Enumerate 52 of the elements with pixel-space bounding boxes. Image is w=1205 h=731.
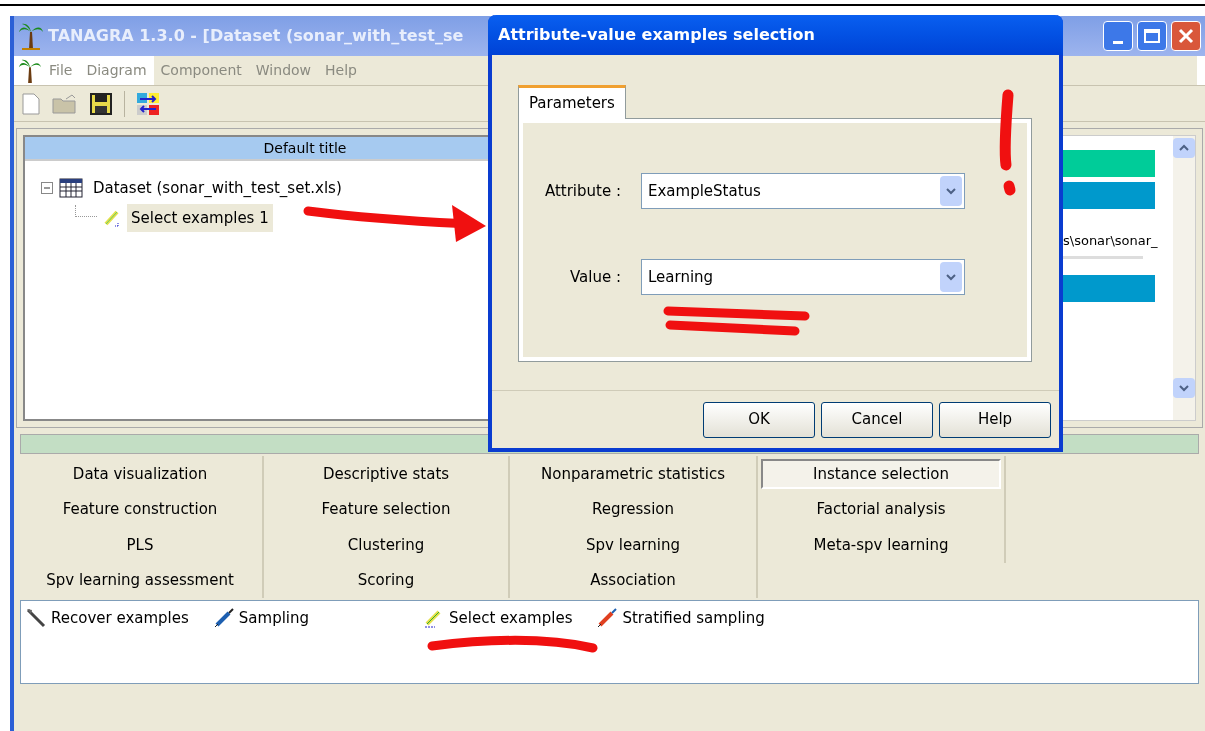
dialog-button[interactable]: Cancel (821, 401, 933, 438)
arrows-icon[interactable] (137, 92, 159, 115)
path-text: s\sonar\sonar_ (1063, 232, 1159, 250)
wand-icon (25, 607, 47, 630)
tab[interactable]: Parameters (518, 85, 626, 119)
window-title: TANAGRA 1.3.0 - [Dataset (sonar_with_test_se (48, 25, 464, 47)
category-tab[interactable]: Regression (513, 494, 753, 524)
dropdown[interactable]: Learning (641, 259, 965, 295)
field-label: Value : (569, 266, 622, 288)
close-button[interactable] (1171, 21, 1201, 51)
syringe-icon (596, 607, 619, 630)
table-icon (59, 178, 83, 198)
category-tab[interactable]: Spv learning (513, 530, 753, 560)
tool-item[interactable]: Stratified sampling (622, 607, 765, 630)
minimize-button[interactable] (1103, 21, 1133, 51)
minus-icon (43, 184, 51, 192)
dialog-button[interactable]: Help (939, 401, 1051, 438)
category-tab[interactable]: Scoring (267, 565, 505, 595)
dialog-title: Attribute-value examples selection (498, 24, 815, 46)
close-icon (1178, 28, 1194, 44)
category-tab[interactable]: Spv learning assessment (21, 565, 259, 595)
category-tab[interactable]: Descriptive stats (267, 459, 505, 489)
tree-node[interactable]: Dataset (sonar_with_test_set.xls) (89, 174, 346, 202)
vertical-scrollbar[interactable] (1173, 136, 1195, 420)
palm-tree-icon (18, 22, 44, 50)
category-tab[interactable]: Clustering (267, 530, 505, 560)
tool-item[interactable]: Sampling (238, 607, 310, 630)
collapse-button[interactable] (41, 182, 53, 194)
tree-node[interactable]: Select examples 1 (127, 204, 273, 232)
maximize-button[interactable] (1137, 21, 1167, 51)
category-tab[interactable]: Meta-spv learning (761, 530, 1001, 560)
scroll-down-button[interactable] (1173, 378, 1195, 398)
tool-item[interactable]: Recover examples (51, 607, 189, 630)
category-tab[interactable]: Instance selection (761, 459, 1001, 489)
syringe-icon (212, 607, 235, 630)
category-tab[interactable]: Association (513, 565, 753, 595)
category-tab[interactable]: Nonparametric statistics (513, 459, 753, 489)
tool-item[interactable]: Select examples (449, 607, 573, 630)
scroll-up-button[interactable] (1173, 138, 1195, 158)
pencil-icon (103, 208, 121, 228)
save-icon[interactable] (90, 92, 112, 115)
category-tab[interactable]: Factorial analysis (761, 494, 1001, 524)
category-tab[interactable]: Feature construction (21, 494, 259, 524)
field-label: Attribute : (543, 180, 622, 202)
menu-item[interactable]: Diagram (79, 56, 154, 85)
palm-tree-icon (18, 57, 42, 84)
diagram-title: Default title (263, 138, 347, 158)
category-tab[interactable]: Data visualization (21, 459, 259, 489)
dialog-button[interactable]: OK (703, 401, 815, 438)
category-tab[interactable]: Feature selection (267, 494, 505, 524)
category-tab[interactable]: PLS (21, 530, 259, 560)
dropdown[interactable]: ExampleStatus (641, 173, 965, 209)
